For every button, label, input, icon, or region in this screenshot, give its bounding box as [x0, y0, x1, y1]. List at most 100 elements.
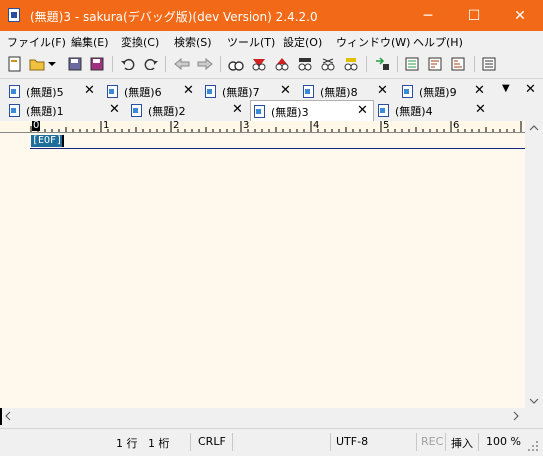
horizontal-scrollbar-graphic	[0, 408, 519, 425]
ruler-cursor: 0	[32, 121, 41, 131]
menu-file[interactable]: ファイル(F)	[7, 34, 66, 50]
grep-icon[interactable]	[296, 55, 314, 73]
status-insert-mode[interactable]: 挿入	[451, 435, 473, 451]
status-separator	[330, 433, 331, 451]
status-separator	[478, 433, 479, 451]
forward-icon[interactable]	[196, 55, 214, 73]
document-icon	[131, 104, 142, 117]
status-zoom[interactable]: 100 %	[486, 435, 521, 448]
toolbar-separator	[220, 56, 221, 72]
ruler: 0 1 2 3 4 5 6	[0, 121, 525, 133]
search-next-icon[interactable]	[250, 55, 268, 73]
status-separator	[190, 433, 191, 451]
menu-window[interactable]: ウィンドウ(W)	[336, 34, 410, 50]
menu-search[interactable]: 検索(S)	[174, 34, 212, 50]
ruler-number: 1	[103, 121, 110, 131]
ruler-number: 5	[383, 121, 390, 131]
tab-close-icon[interactable]: ✕	[474, 83, 485, 98]
document-icon	[303, 85, 314, 98]
tab-untitled-4[interactable]: (無題)4 ✕	[375, 101, 490, 120]
bookmark-icon[interactable]	[342, 55, 360, 73]
menu-edit[interactable]: 編集(E)	[71, 34, 109, 50]
tab-untitled-6[interactable]: (無題)6 ✕	[104, 82, 199, 101]
window-title: (無題)3 - sakura(デバッグ版)(dev Version) 2.4.2…	[30, 10, 318, 24]
save-icon[interactable]	[66, 55, 84, 73]
back-icon[interactable]	[173, 55, 191, 73]
editor-area[interactable]: [EOF]	[0, 133, 525, 408]
maximize-button[interactable]: ☐	[451, 0, 497, 31]
menu-convert[interactable]: 変換(C)	[121, 34, 159, 50]
text-caret	[62, 135, 64, 147]
vertical-scrollbar[interactable]	[525, 121, 543, 408]
cursor-line	[30, 148, 525, 149]
dropdown-arrow-icon[interactable]	[46, 55, 58, 73]
search-prev-icon[interactable]	[227, 55, 245, 73]
tab-label: (無題)1	[26, 104, 64, 118]
resize-grip-icon[interactable]	[528, 441, 540, 453]
menu-settings[interactable]: 設定(O)	[283, 34, 322, 50]
tab-untitled-2[interactable]: (無題)2 ✕	[128, 101, 248, 120]
eof-marker: [EOF]	[31, 135, 64, 147]
status-column: 1 桁	[148, 437, 170, 450]
horizontal-scrollbar[interactable]	[0, 408, 525, 425]
toolbar-separator	[366, 56, 367, 72]
status-eol[interactable]: CRLF	[198, 435, 226, 448]
tab-row-1: (無題)5 ✕ (無題)6 ✕ (無題)7 ✕ (無題)8 ✕ (無題)9 ✕ ▼ ✕	[0, 81, 543, 102]
toolbar	[0, 51, 543, 79]
redo-icon[interactable]	[142, 55, 160, 73]
minimize-button[interactable]: ─	[405, 0, 451, 31]
tab-close-icon[interactable]: ✕	[280, 83, 291, 98]
compare-icon[interactable]	[373, 55, 391, 73]
status-encoding[interactable]: UTF-8	[336, 435, 368, 448]
document-icon	[9, 104, 20, 117]
vertical-scrollbar-graphic	[529, 125, 539, 404]
close-all-tabs-icon[interactable]: ✕	[525, 82, 536, 97]
tab-close-icon[interactable]: ✕	[109, 102, 120, 117]
ruler-number: 3	[243, 121, 250, 131]
document-icon	[9, 85, 20, 98]
tab-close-icon[interactable]: ✕	[84, 83, 95, 98]
ruler-number: 2	[173, 121, 180, 131]
replace-icon[interactable]	[319, 55, 337, 73]
menu-tools[interactable]: ツール(T)	[227, 34, 275, 50]
tab-untitled-1[interactable]: (無題)1 ✕	[6, 101, 124, 120]
status-separator	[416, 433, 417, 451]
toolbar-separator	[397, 56, 398, 72]
tab-close-icon[interactable]: ✕	[475, 102, 486, 117]
status-bar: 1 行 1 桁 CRLF UTF-8 REC 挿入 100 %	[0, 428, 543, 456]
scroll-right-icon	[513, 411, 519, 421]
sort-reverse-icon[interactable]	[450, 55, 468, 73]
open-file-icon[interactable]	[28, 55, 46, 73]
ruler-number: 4	[313, 121, 320, 131]
app-icon	[8, 8, 20, 22]
status-separator	[445, 433, 446, 451]
toolbar-separator	[474, 56, 475, 72]
save-all-icon[interactable]	[88, 55, 106, 73]
tab-untitled-5[interactable]: (無題)5 ✕	[6, 82, 101, 101]
tab-untitled-9[interactable]: (無題)9 ✕	[399, 82, 494, 101]
tab-label: (無題)5	[26, 85, 64, 99]
document-icon	[254, 105, 265, 118]
sort-icon[interactable]	[427, 55, 445, 73]
tab-close-icon[interactable]: ✕	[183, 83, 194, 98]
tab-untitled-3[interactable]: (無題)3 ✕	[250, 100, 374, 122]
new-file-icon[interactable]	[6, 55, 24, 73]
tab-menu-icon[interactable]: ▼	[502, 83, 510, 94]
menu-help[interactable]: ヘルプ(H)	[413, 34, 463, 50]
tab-untitled-8[interactable]: (無題)8 ✕	[300, 82, 395, 101]
tab-close-icon[interactable]: ✕	[377, 83, 388, 98]
title-bar: (無題)3 - sakura(デバッグ版)(dev Version) 2.4.2…	[0, 0, 543, 31]
close-button[interactable]: ✕	[497, 0, 543, 31]
tab-untitled-7[interactable]: (無題)7 ✕	[202, 82, 297, 101]
menu-bar: ファイル(F) 編集(E) 変換(C) 検索(S) ツール(T) 設定(O) ウ…	[0, 31, 543, 51]
search-icon[interactable]	[273, 55, 291, 73]
scroll-left-icon	[5, 411, 11, 421]
document-icon	[402, 85, 413, 98]
outline-icon[interactable]	[404, 55, 422, 73]
undo-icon[interactable]	[119, 55, 137, 73]
tab-close-icon[interactable]: ✕	[357, 103, 368, 118]
tab-close-icon[interactable]: ✕	[232, 102, 243, 117]
toolbar-separator	[165, 56, 166, 72]
window-list-icon[interactable]	[481, 55, 499, 73]
document-icon	[205, 85, 216, 98]
